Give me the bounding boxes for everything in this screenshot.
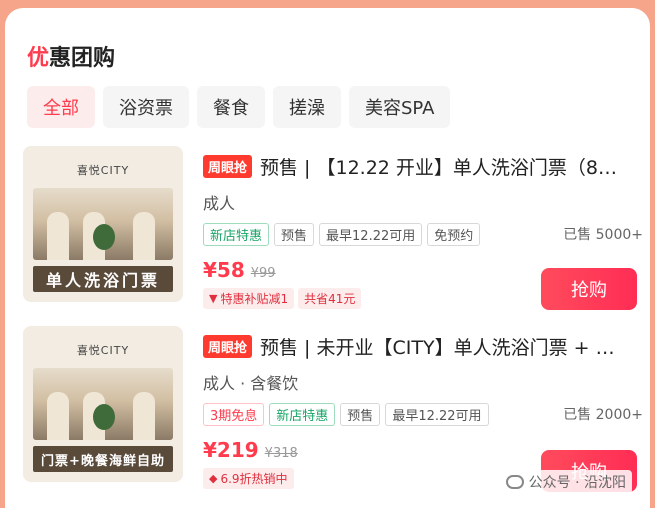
- thumbnail-brand: 喜悦CITY: [76, 344, 130, 357]
- promo-subsidy-label: 特惠补贴减1: [220, 292, 289, 306]
- deal-item[interactable]: 喜悦CITY 单人洗浴门票 周眼抢 预售 | 【12.22 开业】单人洗浴门票（…: [23, 146, 643, 310]
- deal-thumbnail[interactable]: 喜悦CITY 门票+晚餐海鲜自助: [23, 326, 183, 482]
- flash-badge: 周眼抢: [203, 154, 253, 178]
- section-title: 优 惠团购: [27, 38, 115, 74]
- buy-button[interactable]: 抢购: [541, 268, 637, 310]
- tag-earliest-date: 最早12.22可用: [385, 402, 489, 426]
- sold-count: 已售 5000+: [563, 227, 643, 243]
- tag-presale: 预售: [274, 222, 315, 246]
- deal-price: ¥58: [203, 258, 245, 282]
- thumbnail-photo: [33, 368, 173, 440]
- tag-presale: 预售: [340, 402, 381, 426]
- sold-count: 已售 2000+: [563, 407, 643, 423]
- tag-new-store-deal: 新店特惠: [269, 402, 336, 426]
- deal-thumbnail[interactable]: 喜悦CITY 单人洗浴门票: [23, 146, 183, 302]
- tag-installment: 3期免息: [203, 402, 265, 426]
- thumbnail-brand: 喜悦CITY: [76, 164, 130, 177]
- deal-name[interactable]: 预售 | 未开业【CITY】单人洗浴门票 + …: [260, 333, 630, 360]
- deal-item[interactable]: 喜悦CITY 门票+晚餐海鲜自助 周眼抢 预售 | 未开业【CITY】单人洗浴门…: [23, 326, 643, 492]
- tab-beauty-spa[interactable]: 美容SPA: [349, 86, 451, 128]
- tab-scrub[interactable]: 搓澡: [273, 86, 341, 128]
- watermark-label: 公众号 · 沿沈阳: [528, 475, 626, 491]
- deal-price: ¥219: [203, 438, 259, 462]
- promo-subsidy: ▼ 特惠补贴减1: [203, 288, 295, 309]
- wechat-icon: [505, 475, 524, 489]
- tab-all[interactable]: 全部: [27, 86, 95, 128]
- section-title-rest: 惠团购: [49, 46, 116, 71]
- deal-subtitle: 成人 · 含餐饮: [203, 374, 299, 393]
- thumbnail-banner: 门票+晚餐海鲜自助: [33, 446, 173, 472]
- deal-name[interactable]: 预售 | 【12.22 开业】单人洗浴门票（8…: [260, 153, 630, 180]
- deal-tags: 新店特惠 预售 最早12.22可用 免预约 已售 5000+: [203, 222, 643, 246]
- original-price: ¥99: [250, 266, 276, 281]
- tag-earliest-date: 最早12.22可用: [319, 222, 423, 246]
- thumbnail-photo: [33, 188, 173, 260]
- tag-new-store-deal: 新店特惠: [203, 222, 270, 246]
- tab-meals[interactable]: 餐食: [197, 86, 265, 128]
- promo-hot-sale-label: 6.9折热销中: [220, 472, 288, 486]
- tag-icon: ◆: [209, 472, 218, 485]
- original-price: ¥318: [264, 446, 298, 461]
- tab-bath-tickets[interactable]: 浴资票: [103, 86, 189, 128]
- flash-badge: 周眼抢: [203, 334, 253, 358]
- thumbnail-banner: 单人洗浴门票: [33, 266, 173, 292]
- watermark: 公众号 · 沿沈阳: [499, 470, 632, 494]
- deal-subtitle: 成人: [203, 194, 236, 213]
- section-title-first-char: 优: [27, 46, 50, 71]
- promo-hot-sale: ◆ 6.9折热销中: [203, 468, 294, 489]
- deal-name-row: 周眼抢 预售 | 未开业【CITY】单人洗浴门票 + …: [203, 332, 643, 360]
- discount-flag-icon: ▼: [209, 292, 218, 305]
- group-buy-card: 优 惠团购 全部 浴资票 餐食 搓澡 美容SPA 喜悦CITY 单人洗浴门票 周…: [5, 8, 650, 508]
- deal-tags: 3期免息 新店特惠 预售 最早12.22可用 已售 2000+: [203, 402, 643, 426]
- tag-no-reservation: 免预约: [427, 222, 481, 246]
- deal-name-row: 周眼抢 预售 | 【12.22 开业】单人洗浴门票（8…: [203, 152, 643, 180]
- promo-savings: 共省41元: [298, 288, 362, 309]
- category-tabs: 全部 浴资票 餐食 搓澡 美容SPA: [27, 86, 451, 128]
